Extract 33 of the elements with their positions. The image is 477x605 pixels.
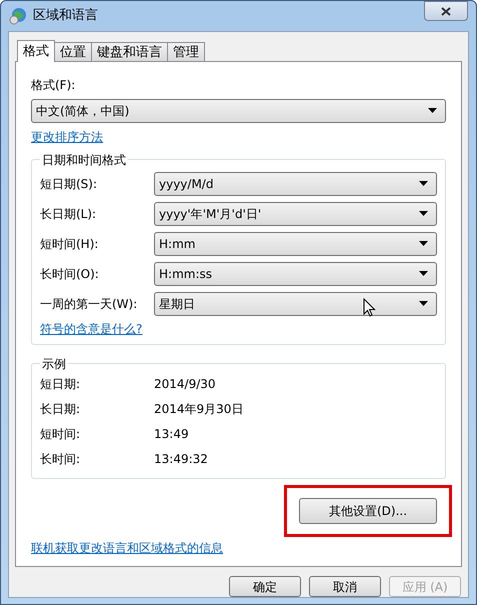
tab[interactable]: 键盘和语言 <box>91 42 168 61</box>
format-label: 格式(F): <box>31 76 76 94</box>
example-value: 2014年9月30日 <box>154 400 244 418</box>
example-value: 13:49:32 <box>154 450 208 468</box>
change-sort-link[interactable]: 更改排序方法 <box>31 128 103 146</box>
tab[interactable]: 管理 <box>167 42 205 61</box>
format-dropdown[interactable]: yyyy/M/d <box>154 172 437 196</box>
field-label: 短日期(S): <box>40 176 98 193</box>
tab[interactable]: 位置 <box>54 42 92 61</box>
example-value: 13:49 <box>154 426 189 443</box>
format-dropdown[interactable]: 星期日 <box>154 292 437 316</box>
group-title: 示例 <box>41 356 67 373</box>
format-dropdown[interactable]: H:mm <box>154 232 437 256</box>
field-label: 长日期(L): <box>40 206 98 223</box>
example-label: 长时间: <box>40 450 82 468</box>
example-label: 短日期: <box>40 376 82 393</box>
online-info-link[interactable]: 联机获取更改语言和区域格式的信息 <box>31 538 223 557</box>
field-label: 长时间(O): <box>40 266 100 283</box>
other-settings-button[interactable]: 其他设置(D)... <box>299 498 437 524</box>
field-label: 短时间(H): <box>40 236 100 253</box>
format-dropdown[interactable]: 中文(简体，中国) <box>31 98 446 123</box>
symbols-help-link[interactable]: 符号的含意是什么? <box>40 320 142 338</box>
format-dropdown[interactable]: yyyy'年'M'月'd'日' <box>154 202 437 226</box>
example-value: 2014/9/30 <box>154 376 216 393</box>
tab[interactable]: 格式 <box>17 40 55 62</box>
dialog-button[interactable]: 确定 <box>229 576 301 597</box>
example-label: 短时间: <box>40 426 82 443</box>
group-title: 日期和时间格式 <box>41 152 127 169</box>
window-title: 区域和语言 <box>33 7 98 26</box>
example-label: 长日期: <box>40 400 82 418</box>
dialog-button[interactable]: 取消 <box>309 576 381 597</box>
field-label: 一周的第一天(W): <box>40 296 138 313</box>
format-dropdown[interactable]: H:mm:ss <box>154 262 437 286</box>
